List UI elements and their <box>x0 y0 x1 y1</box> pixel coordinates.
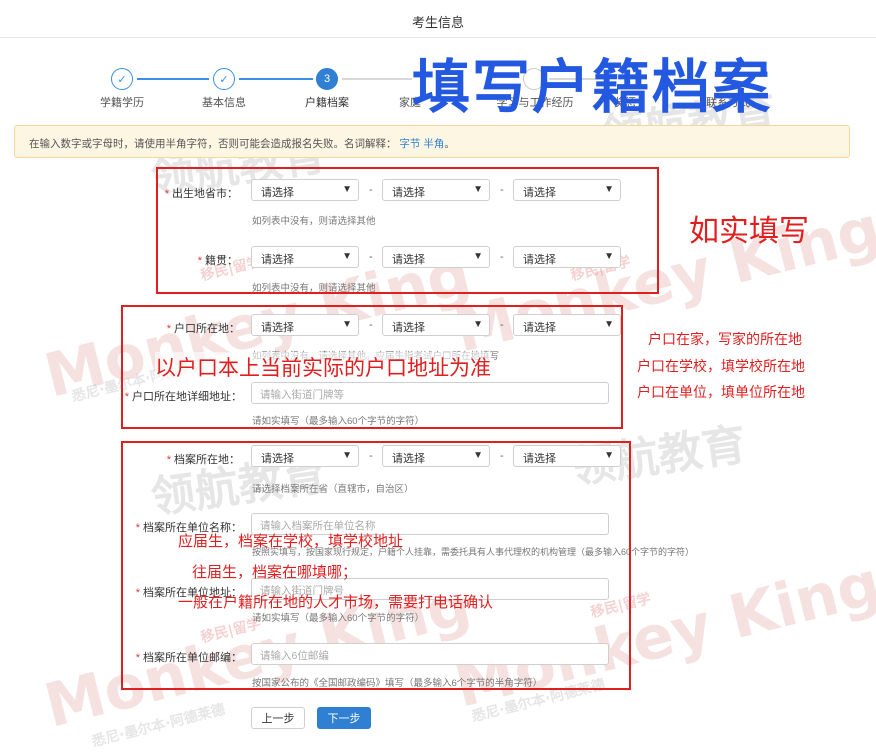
annotation-note-hukou-3: 户口在单位，填单位所在地 <box>637 385 805 401</box>
prev-step-button[interactable]: 上一步 <box>251 707 305 729</box>
notice-message: 在输入数字或字母时，请使用半角字符，否则可能会造成报名失败。名词解释： <box>29 138 397 150</box>
link-halfwidth[interactable]: 半角 <box>423 138 444 150</box>
annotation-note-archive-3: 一般在户籍所在地的人才市场，需要打电话确认 <box>178 593 494 611</box>
step-label-2: 基本信息 <box>202 97 246 109</box>
page-header: 考生信息 <box>0 0 876 38</box>
annotation-title: 填写户籍档案 <box>412 53 773 121</box>
step-3-circle: 3 <box>316 68 338 90</box>
annotation-note-truthful: 如实填写 <box>689 214 809 249</box>
link-byte[interactable]: 字节 <box>399 138 420 150</box>
step-connector <box>342 78 412 80</box>
step-connector <box>137 78 209 80</box>
notice-text: 在输入数字或字母时，请使用半角字符，否则可能会造成报名失败。名词解释： 字节 半… <box>29 136 455 151</box>
page-title: 考生信息 <box>411 15 464 30</box>
step-connector <box>239 78 313 80</box>
annotation-note-hukou-2: 户口在学校，填学校所在地 <box>637 359 805 375</box>
step-label-3: 户籍档案 <box>305 97 349 109</box>
next-step-button[interactable]: 下一步 <box>317 707 371 729</box>
annotation-note-archive-1: 应届生，档案在学校，填学校地址 <box>178 532 404 550</box>
annotation-note-hukou-1: 户口在家，写家的所在地 <box>648 332 802 348</box>
notice-end: 。 <box>444 138 455 150</box>
annotation-box-birth-native <box>156 167 659 294</box>
step-label-1: 学籍学历 <box>100 97 144 109</box>
step-2-check-icon: ✓ <box>213 68 235 90</box>
step-1-check-icon: ✓ <box>111 68 133 90</box>
annotation-note-archive-2: 往届生，档案在哪填哪； <box>192 563 358 581</box>
annotation-note-hukou: 以户口本上当前实际的户口地址为准 <box>155 352 491 382</box>
notice-banner: 在输入数字或字母时，请使用半角字符，否则可能会造成报名失败。名词解释： 字节 半… <box>14 125 850 158</box>
watermark-sub-3: 悉尼·墨尔本·阿德莱德 <box>90 701 227 751</box>
